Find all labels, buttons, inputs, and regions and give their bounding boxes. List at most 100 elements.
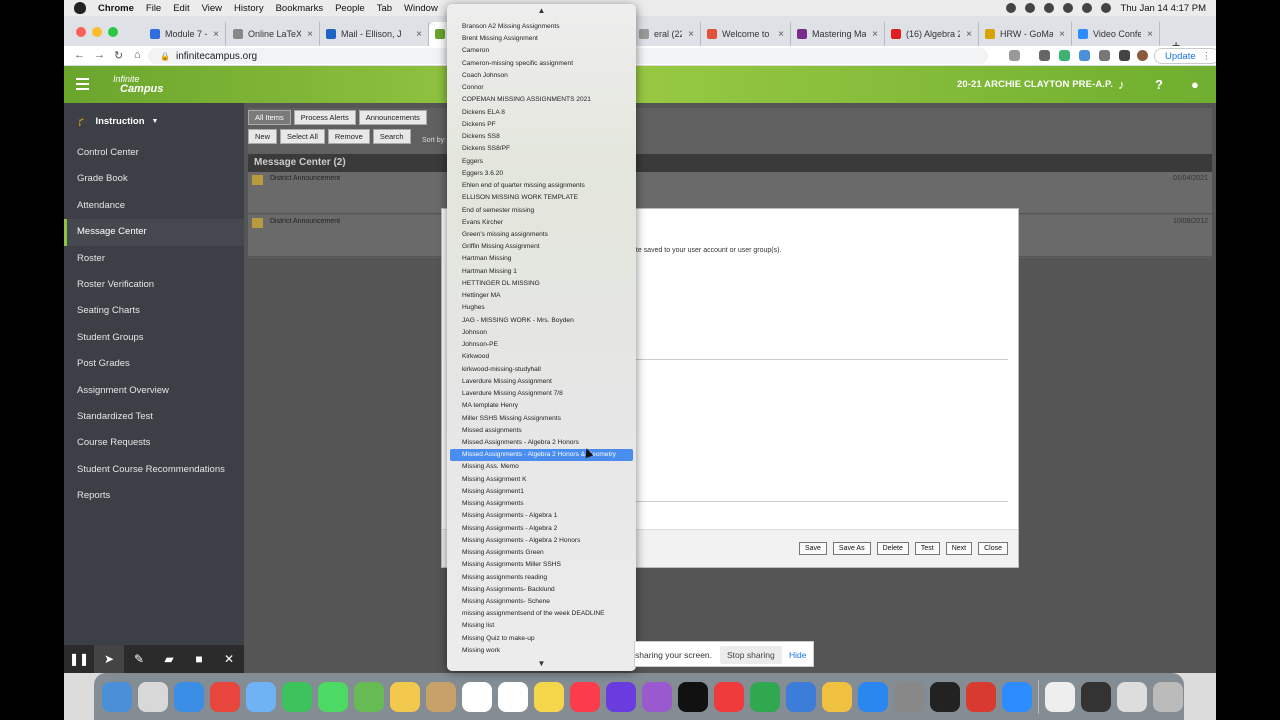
dock-app-icon[interactable]	[1045, 681, 1075, 712]
dropdown-option[interactable]: Missed Assignments - Algebra 2 Honors & …	[450, 449, 633, 462]
bluetooth-icon[interactable]	[1044, 3, 1055, 13]
dropdown-option[interactable]: Dickens PF	[450, 119, 633, 131]
dropdown-option[interactable]: Dickens ELA 8	[450, 107, 633, 119]
dropdown-option[interactable]: ELLISON MISSING WORK TEMPLATE	[450, 192, 633, 204]
dropdown-option[interactable]: Missing Assignments - Algebra 2 Honors	[450, 535, 633, 547]
save-button[interactable]: Save	[798, 542, 827, 555]
zoom-window-icon[interactable]	[108, 27, 118, 37]
dropdown-option[interactable]: End of semester missing	[450, 205, 633, 217]
close-icon[interactable]: ✕	[214, 652, 244, 666]
browser-tab[interactable]: Welcome to S ×	[701, 22, 791, 46]
sidebar-item[interactable]: Course Requests	[64, 430, 244, 456]
dropdown-option[interactable]: Miller SSHS Missing Assignments	[450, 413, 633, 425]
dock-app-icon[interactable]	[498, 681, 528, 712]
new-button[interactable]: New	[248, 129, 278, 144]
browser-tab[interactable]: HRW - GoMat ×	[979, 22, 1072, 46]
dropdown-option[interactable]: Missed Assignments - Algebra 2 Honors	[450, 437, 633, 449]
dropdown-option[interactable]: Green's missing assignments	[450, 229, 633, 241]
dock-app-icon[interactable]	[318, 681, 348, 712]
dock-app-icon[interactable]	[714, 681, 744, 712]
dock-app-icon[interactable]	[246, 681, 276, 712]
browser-tab[interactable]: (16) Algebra 2 ×	[885, 22, 979, 46]
filter-announcements[interactable]: Announcements	[358, 110, 427, 125]
message-from[interactable]: District Announcement	[270, 175, 340, 182]
dropdown-option[interactable]: missing assignmentsend of the week DEADL…	[450, 608, 633, 620]
dock-app-icon[interactable]	[354, 681, 384, 712]
dropdown-option[interactable]: Dickens SS8	[450, 131, 633, 143]
sidebar-item[interactable]: Grade Book	[64, 166, 244, 192]
dropdown-option[interactable]: Connor	[450, 82, 633, 94]
dropdown-option[interactable]: Laverdure Missing Assignment	[450, 376, 633, 388]
dock-app-icon[interactable]	[606, 681, 636, 712]
dropdown-option[interactable]: Cameron-missing specific assignment	[450, 58, 633, 70]
close-tab-icon[interactable]: ×	[1059, 29, 1065, 40]
sidebar-item[interactable]: Seating Charts	[64, 298, 244, 324]
dock-app-icon[interactable]	[1081, 681, 1111, 712]
dropdown-option[interactable]: JAG - MISSING WORK - Mrs. Boyden	[450, 315, 633, 327]
update-button[interactable]: Update ⋮	[1154, 48, 1216, 64]
pointer-icon[interactable]: ➤	[94, 645, 124, 673]
close-tab-icon[interactable]: ×	[416, 29, 422, 40]
dropdown-option[interactable]: Missing Assignments Miller SSHS	[450, 559, 633, 571]
close-tab-icon[interactable]: ×	[966, 29, 972, 40]
apple-icon[interactable]	[74, 2, 86, 14]
menu-tab[interactable]: Tab	[377, 3, 392, 14]
sidebar-item[interactable]: Standardized Test	[64, 404, 244, 430]
dropdown-option[interactable]: Johnson	[450, 327, 633, 339]
extensions-puzzle-icon[interactable]	[1099, 50, 1110, 61]
creative-cloud-icon[interactable]	[1006, 3, 1017, 13]
highlighter-icon[interactable]: ▰	[154, 652, 184, 666]
menu-people[interactable]: People	[335, 3, 365, 14]
dock-app-icon[interactable]	[642, 681, 672, 712]
dock-app-icon[interactable]	[426, 681, 456, 712]
home-icon[interactable]: ⌂	[134, 49, 141, 61]
scroll-down-icon[interactable]: ▼	[447, 659, 636, 668]
sidebar-header[interactable]: 🎓 Instruction ▼	[64, 103, 244, 140]
dock-app-icon[interactable]	[1117, 681, 1147, 712]
save-as-button[interactable]: Save As	[832, 542, 871, 555]
dock-app-icon[interactable]	[966, 681, 996, 712]
sidebar-item[interactable]: Control Center	[64, 140, 244, 166]
dock-app-icon[interactable]	[174, 681, 204, 712]
sidebar-item[interactable]: Roster	[64, 246, 244, 272]
browser-tab[interactable]: Module 7 - Dro ×	[144, 22, 226, 46]
dropdown-option[interactable]: Hartman Missing 1	[450, 266, 633, 278]
dropdown-option[interactable]: Missing Quiz to make-up	[450, 633, 633, 645]
browser-tab[interactable]: Online LaTeX E ×	[227, 22, 320, 46]
menu-view[interactable]: View	[202, 3, 222, 14]
dropdown-option[interactable]: Evans Kircher	[450, 217, 633, 229]
dock-app-icon[interactable]	[390, 681, 420, 712]
dropdown-option[interactable]: Eggers 3.6.20	[450, 168, 633, 180]
dropdown-option[interactable]: Missing Ass. Memo	[450, 461, 633, 473]
browser-tab[interactable]: eral (224 ×	[633, 22, 701, 46]
dock-app-icon[interactable]	[858, 681, 888, 712]
dropdown-option[interactable]: Coach Johnson	[450, 70, 633, 82]
filter-process-alerts[interactable]: Process Alerts	[293, 110, 356, 125]
close-tab-icon[interactable]: ×	[688, 29, 694, 40]
hide-button[interactable]: Hide	[789, 650, 806, 660]
dropdown-option[interactable]: Johnson-PE	[450, 339, 633, 351]
search-button[interactable]: Search	[372, 129, 411, 144]
menubar-clock[interactable]: Thu Jan 14 4:17 PM	[1120, 3, 1206, 14]
dropdown-option[interactable]: Missing Assignments- Backlund	[450, 584, 633, 596]
extension-icon[interactable]	[1079, 50, 1090, 61]
close-tab-icon[interactable]: ×	[872, 29, 878, 40]
close-button[interactable]: Close	[978, 542, 1008, 555]
dropdown-option[interactable]: Missing list	[450, 620, 633, 632]
dropdown-option[interactable]: Missing assignments reading	[450, 572, 633, 584]
dropdown-option[interactable]: kirkwood-missing-studyhall	[450, 364, 633, 376]
message-from[interactable]: District Announcement	[270, 218, 340, 225]
spotlight-icon[interactable]	[1101, 3, 1112, 13]
dropdown-option[interactable]: Griffin Missing Assignment	[450, 241, 633, 253]
select-all-button[interactable]: Select All	[280, 129, 325, 144]
dropdown-option[interactable]: HETTINGER DL MISSING	[450, 278, 633, 290]
dock-app-icon[interactable]	[1153, 681, 1183, 712]
dropdown-option[interactable]: Kirkwood	[450, 351, 633, 363]
close-tab-icon[interactable]: ×	[1147, 29, 1153, 40]
filter-all-items[interactable]: All Items	[248, 110, 291, 125]
sidebar-item[interactable]: Student Groups	[64, 325, 244, 351]
dock-app-icon[interactable]	[894, 681, 924, 712]
dock-app-icon[interactable]	[138, 681, 168, 712]
dock-app-icon[interactable]	[282, 681, 312, 712]
bell-icon[interactable]: ♪	[1118, 77, 1125, 92]
